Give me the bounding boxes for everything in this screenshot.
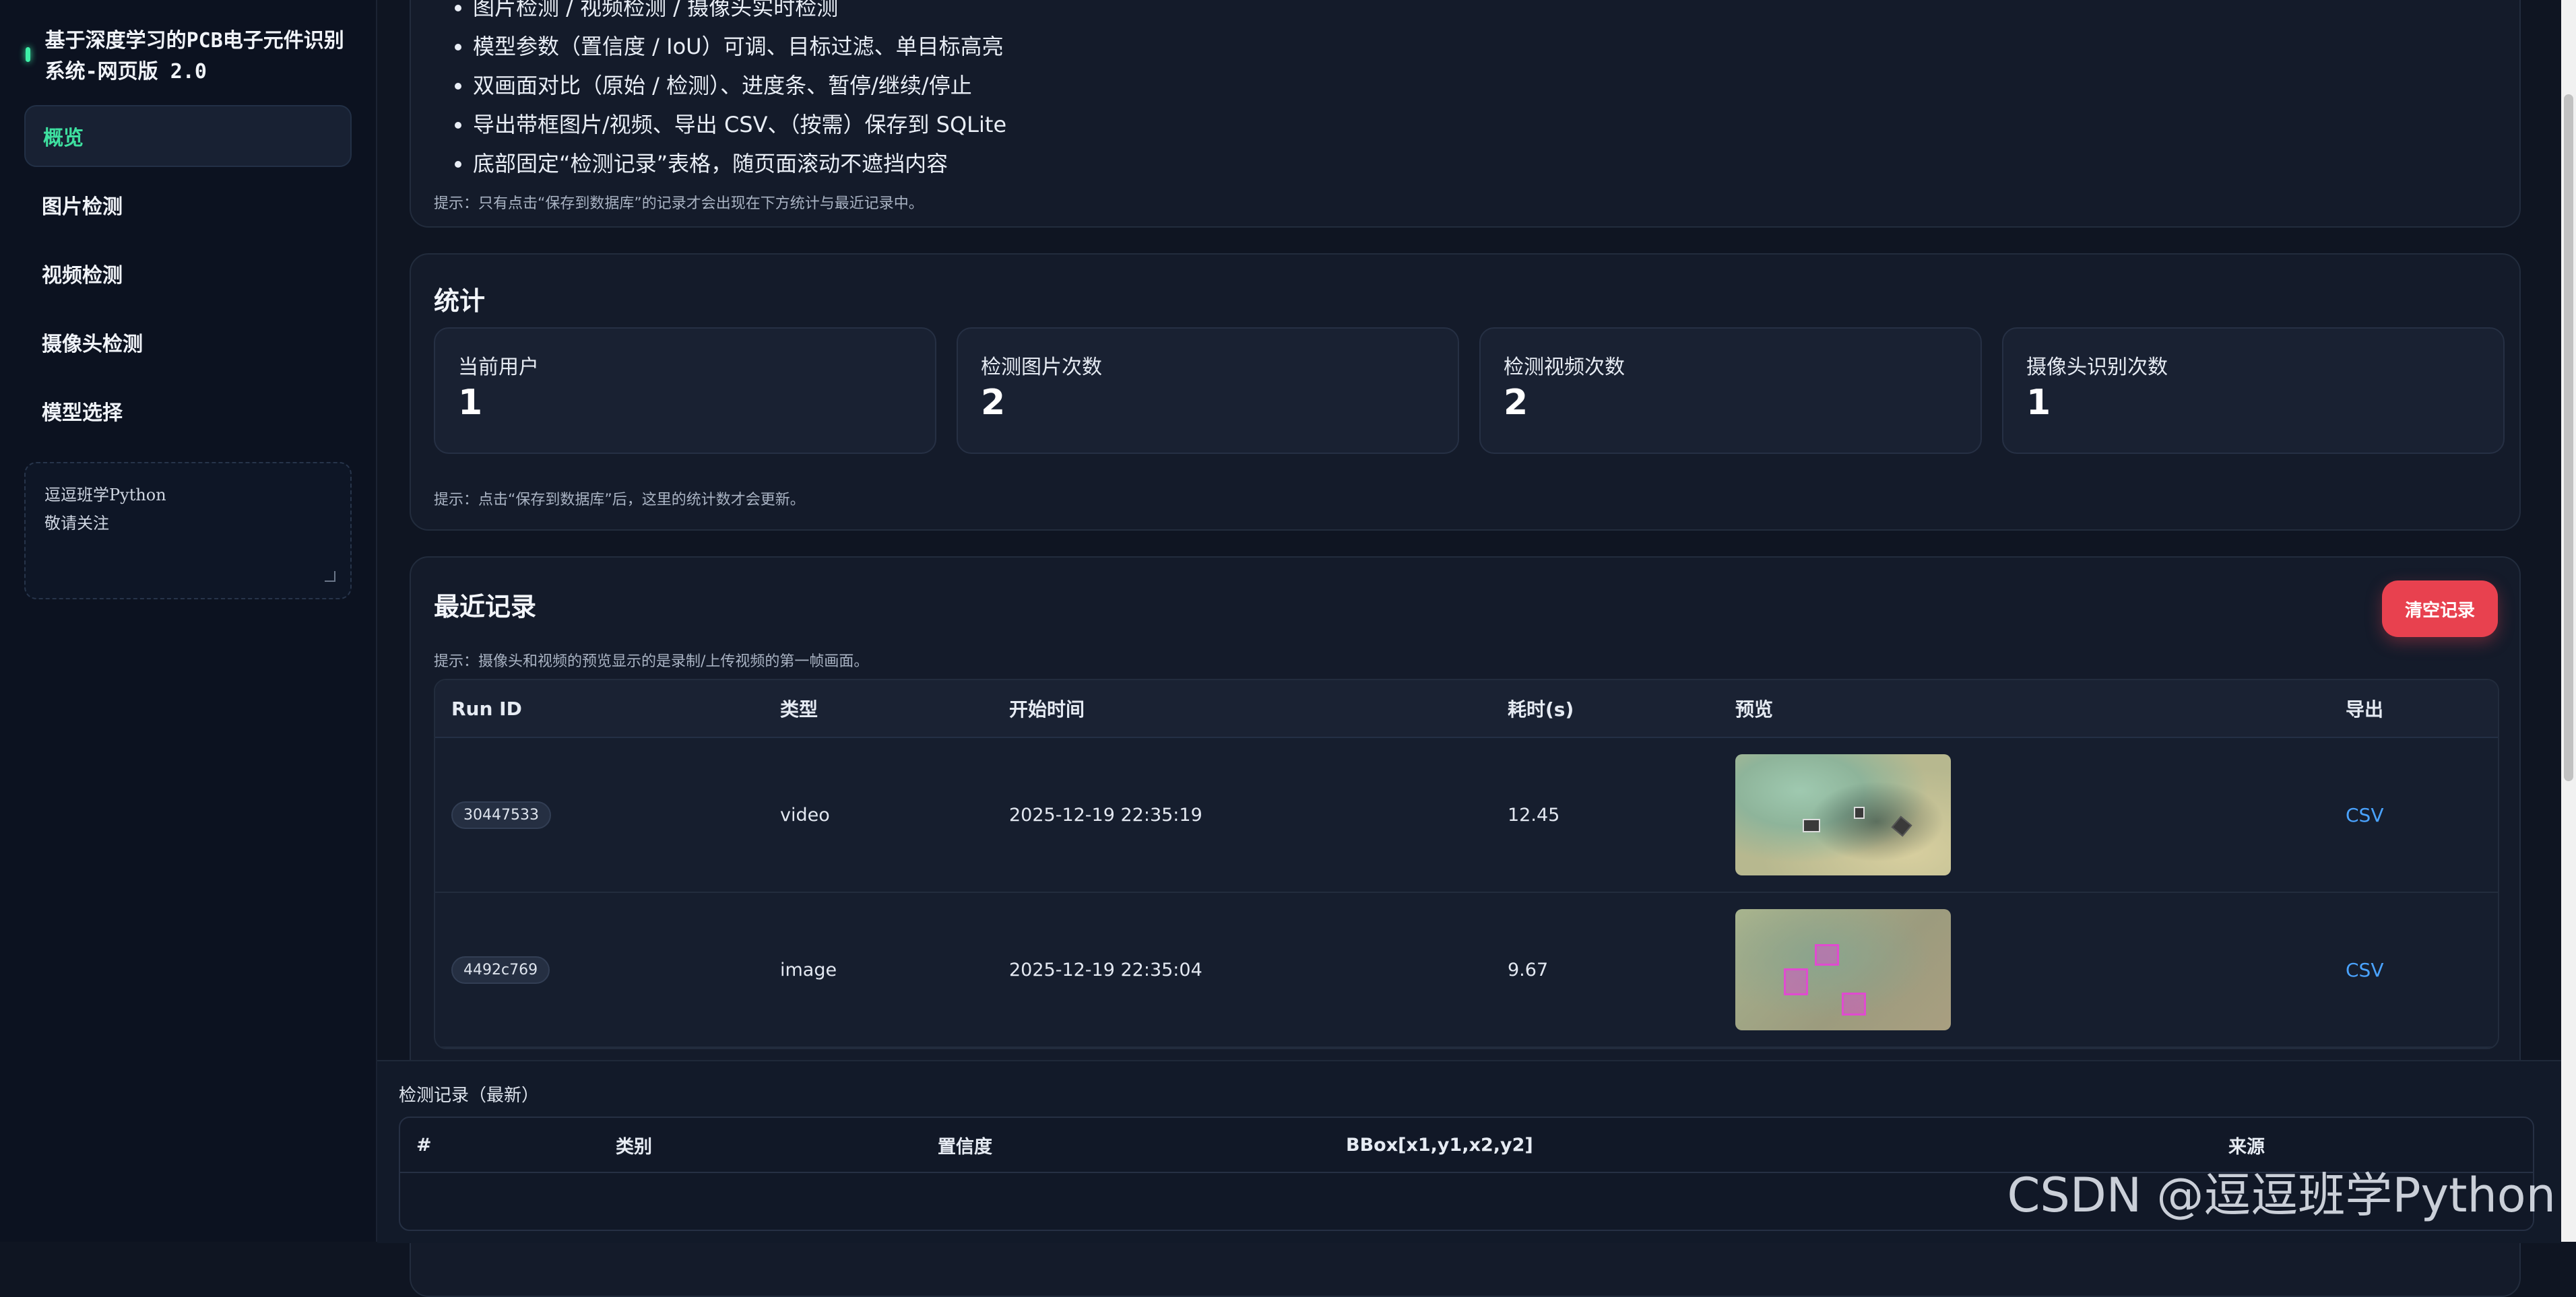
feature-list: 图片检测 / 视频检测 / 摄像头实时检测 模型参数（置信度 / IoU）可调、… [449, 0, 1006, 183]
stat-current-user: 当前用户 1 [434, 327, 936, 454]
cell-start-time: 2025-12-19 22:35:19 [1009, 804, 1202, 826]
table-header: Run ID 类型 开始时间 耗时(s) 预览 导出 [435, 680, 2498, 738]
nav-item-overview[interactable]: 概览 [24, 105, 352, 167]
intro-hint: 提示：只有点击“保存到数据库”的记录才会出现在下方统计与最近记录中。 [434, 195, 924, 212]
cell-duration: 12.45 [1508, 804, 1560, 826]
sidebar-nav: 概览 图片检测 视频检测 摄像头检测 模型选择 [24, 105, 352, 448]
records-title: 最近记录 [434, 592, 537, 622]
col-confidence: 置信度 [938, 1136, 992, 1158]
col-start-time: 开始时间 [1009, 698, 1085, 721]
records-hint: 提示：摄像头和视频的预览显示的是录制/上传视频的第一帧画面。 [434, 653, 869, 670]
status-dot-icon [26, 47, 30, 62]
table-row: 30447533 video 2025-12-19 22:35:19 12.45… [435, 738, 2498, 893]
page-scrollbar[interactable] [2561, 0, 2576, 1242]
col-run-id: Run ID [451, 697, 522, 720]
sidebar: 基于深度学习的PCB电子元件识别系统-网页版 2.0 概览 图片检测 视频检测 … [0, 0, 377, 1242]
main-content: 图片检测 / 视频检测 / 摄像头实时检测 模型参数（置信度 / IoU）可调、… [377, 0, 2561, 1297]
stat-camera-count: 摄像头识别次数 1 [2002, 327, 2505, 454]
resize-grip-icon[interactable] [325, 571, 335, 582]
note-box: 逗逗班学Python 敬请关注 [24, 462, 352, 599]
col-preview: 预览 [1735, 698, 1774, 721]
stat-image-count: 检测图片次数 2 [957, 327, 1459, 454]
detection-panel-title: 检测记录（最新） [399, 1086, 540, 1106]
records-table: Run ID 类型 开始时间 耗时(s) 预览 导出 30447533 vide… [434, 679, 2499, 1049]
stat-value: 2 [1504, 383, 1528, 423]
col-index: # [416, 1134, 432, 1156]
cell-duration: 9.67 [1508, 959, 1549, 980]
cell-type: image [780, 959, 837, 980]
col-class: 类别 [616, 1136, 652, 1158]
col-bbox: BBox[x1,y1,x2,y2] [1346, 1134, 1533, 1156]
stat-label: 检测图片次数 [981, 356, 1102, 379]
nav-item-video-detection[interactable]: 视频检测 [24, 242, 352, 304]
clear-records-button[interactable]: 清空记录 [2382, 580, 2498, 637]
stats-title: 统计 [434, 286, 486, 316]
table-row: 4492c769 image 2025-12-19 22:35:04 9.67 … [435, 893, 2498, 1048]
cell-start-time: 2025-12-19 22:35:04 [1009, 959, 1202, 980]
nav-item-model-select[interactable]: 模型选择 [24, 380, 352, 442]
stat-value: 1 [458, 383, 483, 423]
col-export: 导出 [2346, 698, 2384, 721]
stat-label: 当前用户 [458, 356, 539, 379]
nav-item-camera-detection[interactable]: 摄像头检测 [24, 311, 352, 373]
feature-item: 图片检测 / 视频检测 / 摄像头实时检测 [473, 0, 1006, 27]
stats-hint: 提示：点击“保存到数据库”后，这里的统计数才会更新。 [434, 492, 805, 508]
stats-card: 统计 当前用户 1 检测图片次数 2 检测视频次数 2 摄像头识别次数 1 提示… [410, 253, 2521, 531]
col-duration: 耗时(s) [1508, 698, 1574, 721]
nav-item-image-detection[interactable]: 图片检测 [24, 174, 352, 236]
stat-value: 2 [981, 383, 1006, 423]
cell-type: video [780, 804, 830, 826]
stat-label: 检测视频次数 [1504, 356, 1625, 379]
feature-item: 模型参数（置信度 / IoU）可调、目标过滤、单目标高亮 [473, 27, 1006, 66]
run-id-badge: 4492c769 [451, 956, 550, 984]
feature-item: 底部固定“检测记录”表格，随页面滚动不遮挡内容 [473, 144, 1006, 183]
intro-card: 图片检测 / 视频检测 / 摄像头实时检测 模型参数（置信度 / IoU）可调、… [410, 0, 2521, 228]
brand: 基于深度学习的PCB电子元件识别系统-网页版 2.0 [26, 26, 349, 88]
stat-label: 摄像头识别次数 [2026, 356, 2168, 379]
feature-item: 导出带框图片/视频、导出 CSV、（按需）保存到 SQLite [473, 105, 1006, 144]
note-textarea[interactable]: 逗逗班学Python 敬请关注 [26, 463, 350, 598]
app-title: 基于深度学习的PCB电子元件识别系统-网页版 2.0 [44, 29, 344, 84]
scrollbar-thumb[interactable] [2564, 94, 2573, 781]
export-csv-link[interactable]: CSV [2346, 959, 2383, 981]
stat-value: 1 [2026, 383, 2051, 423]
run-id-badge: 30447533 [451, 801, 551, 829]
preview-thumbnail[interactable] [1735, 754, 1951, 875]
feature-item: 双画面对比（原始 / 检测）、进度条、暂停/继续/停止 [473, 66, 1006, 105]
watermark: CSDN @逗逗班学Python [2007, 1168, 2556, 1223]
col-type: 类型 [780, 698, 818, 721]
export-csv-link[interactable]: CSV [2346, 804, 2383, 826]
preview-thumbnail[interactable] [1735, 909, 1951, 1030]
stat-video-count: 检测视频次数 2 [1479, 327, 1982, 454]
